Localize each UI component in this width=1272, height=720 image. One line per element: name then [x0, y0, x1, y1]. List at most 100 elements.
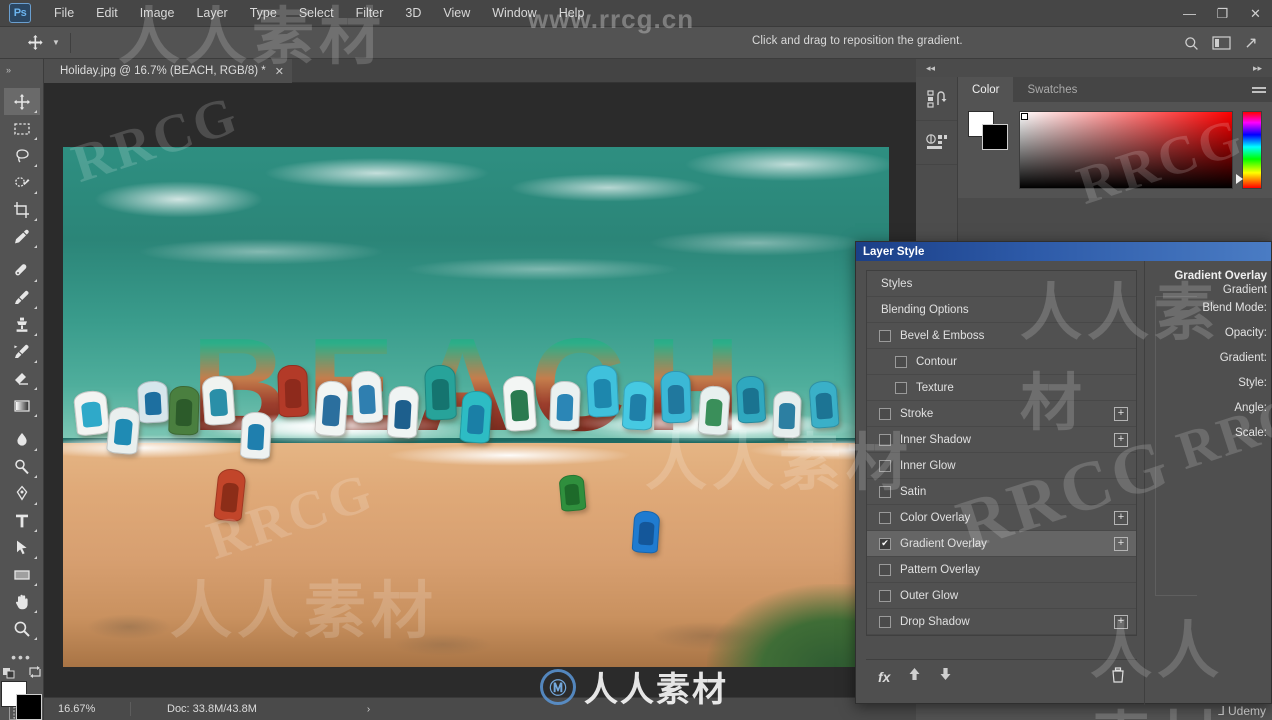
checkbox-satin[interactable]: [879, 486, 891, 498]
minimize-button[interactable]: —: [1173, 0, 1206, 27]
dock-collapse-left-icon[interactable]: ◂◂: [926, 63, 935, 74]
tab-swatches[interactable]: Swatches: [1013, 77, 1091, 102]
photoshop-logo[interactable]: Ps: [9, 3, 31, 23]
checkbox-color-overlay[interactable]: [879, 512, 891, 524]
checkbox-stroke[interactable]: [879, 408, 891, 420]
layer-style-row-inner-glow[interactable]: Inner Glow: [867, 453, 1136, 479]
rectangle-tool[interactable]: [4, 561, 40, 588]
menu-layer[interactable]: Layer: [185, 2, 238, 24]
menu-help[interactable]: Help: [548, 2, 596, 24]
layer-style-row-contour[interactable]: Contour: [867, 349, 1136, 375]
path-selection-tool[interactable]: [4, 534, 40, 561]
dock-expand-icon[interactable]: ↗: [1236, 30, 1266, 56]
hue-slider[interactable]: [1242, 111, 1262, 189]
layer-style-row-styles[interactable]: Styles: [867, 271, 1136, 297]
toolbar-collapse-icon[interactable]: »: [6, 65, 11, 75]
layer-style-row-texture[interactable]: Texture: [867, 375, 1136, 401]
workspace-switcher-icon[interactable]: [1206, 30, 1236, 56]
layer-style-row-gradient-overlay[interactable]: ✔Gradient Overlay+: [867, 531, 1136, 557]
menu-window[interactable]: Window: [481, 2, 547, 24]
move-effect-up-button[interactable]: [908, 667, 921, 686]
checkbox-gradient-overlay[interactable]: ✔: [879, 538, 891, 550]
background-color-swatch[interactable]: [16, 694, 42, 720]
close-document-icon[interactable]: ✕: [275, 65, 284, 78]
add-effect-button[interactable]: +: [1114, 615, 1128, 629]
tool-preset-caret[interactable]: ▼: [48, 32, 64, 54]
menu-file[interactable]: File: [43, 2, 85, 24]
more-tools-icon[interactable]: •••: [11, 649, 32, 665]
crop-tool[interactable]: [4, 196, 40, 223]
checkbox-inner-glow[interactable]: [879, 460, 891, 472]
checkbox-pattern-overlay[interactable]: [879, 564, 891, 576]
eraser-tool[interactable]: [4, 365, 40, 392]
clone-stamp-tool[interactable]: [4, 311, 40, 338]
move-tool-icon[interactable]: [22, 32, 48, 54]
zoom-tool[interactable]: [4, 615, 40, 642]
hand-tool[interactable]: [4, 588, 40, 615]
menu-filter[interactable]: Filter: [345, 2, 395, 24]
search-icon[interactable]: [1176, 30, 1206, 56]
dodge-tool[interactable]: [4, 453, 40, 480]
add-effect-button[interactable]: +: [1114, 537, 1128, 551]
dock-collapse-right-icon[interactable]: ▸▸: [1253, 63, 1262, 74]
quick-selection-tool[interactable]: [4, 169, 40, 196]
pen-tool[interactable]: [4, 480, 40, 507]
layer-style-row-pattern-overlay[interactable]: Pattern Overlay: [867, 557, 1136, 583]
layer-style-row-inner-shadow[interactable]: Inner Shadow+: [867, 427, 1136, 453]
hue-slider-marker[interactable]: [1236, 174, 1243, 184]
panel-menu-icon[interactable]: [1246, 77, 1272, 102]
document-artwork[interactable]: BEACH: [63, 147, 889, 667]
menu-image[interactable]: Image: [129, 2, 186, 24]
fx-button[interactable]: fx: [878, 669, 890, 685]
close-button[interactable]: ✕: [1239, 0, 1272, 27]
menu-3d[interactable]: 3D: [394, 2, 432, 24]
checkbox-drop-shadow[interactable]: [879, 616, 891, 628]
menu-select[interactable]: Select: [288, 2, 345, 24]
add-effect-button[interactable]: +: [1114, 433, 1128, 447]
spot-healing-brush-tool[interactable]: [4, 257, 40, 284]
status-expand-arrow[interactable]: ›: [367, 704, 370, 715]
menu-view[interactable]: View: [432, 2, 481, 24]
layer-style-row-drop-shadow[interactable]: Drop Shadow+: [867, 609, 1136, 635]
document-tab[interactable]: Holiday.jpg @ 16.7% (BEACH, RGB/8) * ✕: [44, 59, 292, 83]
history-brush-tool[interactable]: [4, 338, 40, 365]
canvas-area[interactable]: BEACH ➤: [44, 83, 916, 697]
layer-style-row-color-overlay[interactable]: Color Overlay+: [867, 505, 1136, 531]
layer-style-title-bar[interactable]: Layer Style: [856, 242, 1271, 261]
layer-style-row-satin[interactable]: Satin: [867, 479, 1136, 505]
add-effect-button[interactable]: +: [1114, 407, 1128, 421]
type-tool[interactable]: [4, 507, 40, 534]
eyedropper-tool[interactable]: [4, 223, 40, 250]
default-colors-icon[interactable]: [2, 665, 18, 679]
brush-tool[interactable]: [4, 284, 40, 311]
restore-button[interactable]: ❐: [1206, 0, 1239, 27]
trash-icon[interactable]: [1111, 667, 1125, 686]
menu-type[interactable]: Type: [239, 2, 288, 24]
history-panel-icon[interactable]: [916, 77, 957, 121]
move-tool[interactable]: [4, 88, 40, 115]
layer-style-row-bevel-emboss[interactable]: Bevel & Emboss: [867, 323, 1136, 349]
swap-colors-icon[interactable]: [28, 665, 42, 679]
layer-style-row-outer-glow[interactable]: Outer Glow: [867, 583, 1136, 609]
checkbox-inner-shadow[interactable]: [879, 434, 891, 446]
checkbox-texture[interactable]: [895, 382, 907, 394]
move-effect-down-button[interactable]: [939, 667, 952, 686]
tab-color[interactable]: Color: [958, 77, 1013, 102]
properties-panel-icon[interactable]: [916, 121, 957, 165]
layer-style-row-stroke[interactable]: Stroke+: [867, 401, 1136, 427]
color-field[interactable]: [1019, 111, 1233, 189]
checkbox-bevel-emboss[interactable]: [879, 330, 891, 342]
color-field-marker[interactable]: [1021, 113, 1028, 120]
checkbox-outer-glow[interactable]: [879, 590, 891, 602]
add-effect-button[interactable]: +: [1114, 511, 1128, 525]
layer-style-dialog[interactable]: Layer Style StylesBlending OptionsBevel …: [855, 241, 1272, 704]
menu-edit[interactable]: Edit: [85, 2, 129, 24]
zoom-level[interactable]: 16.67%: [44, 703, 130, 715]
layer-style-row-blending-options[interactable]: Blending Options: [867, 297, 1136, 323]
lasso-tool[interactable]: [4, 142, 40, 169]
blur-tool[interactable]: [4, 426, 40, 453]
color-panel-background[interactable]: [982, 124, 1008, 150]
gradient-tool[interactable]: [4, 392, 40, 419]
checkbox-contour[interactable]: [895, 356, 907, 368]
rectangular-marquee-tool[interactable]: [4, 115, 40, 142]
